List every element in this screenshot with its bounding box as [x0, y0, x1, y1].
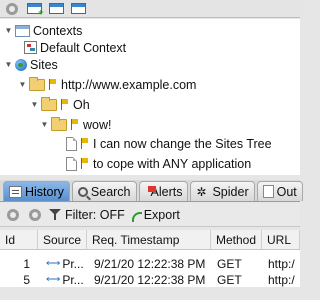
tree-node-default-context[interactable]: Default Context	[24, 39, 126, 56]
filter-icon	[49, 208, 61, 221]
cell-id: 5	[23, 272, 30, 287]
history-icon	[9, 185, 22, 198]
tab-output[interactable]: Out	[256, 181, 303, 201]
circle-icon	[29, 208, 41, 221]
search-icon	[77, 186, 88, 197]
spider-icon: ✲	[196, 184, 207, 199]
folder-icon	[29, 76, 45, 91]
cell-timestamp: 9/21/20 12:22:38 PM	[94, 272, 206, 287]
expand-arrow-icon[interactable]: ▼	[4, 26, 13, 35]
history-toolbar: Filter: OFF Export	[0, 203, 300, 227]
column-header-url[interactable]: URL	[262, 230, 300, 249]
cell-url: http:/	[268, 256, 295, 271]
tree-node-label: Contexts	[33, 23, 83, 38]
tree-node-label: wow!	[83, 117, 112, 132]
tree-node-label: I can now change the Sites Tree	[93, 136, 272, 151]
flag-icon	[80, 158, 89, 169]
export-button[interactable]: Export	[131, 208, 180, 222]
tree-node-contexts[interactable]: ▼ Contexts	[4, 22, 83, 39]
bottom-tab-bar: History Search Alerts ✲ Spider Out	[0, 180, 303, 202]
circle-icon	[7, 208, 19, 221]
column-header-source[interactable]: Source	[38, 230, 87, 249]
circle-button[interactable]	[4, 2, 20, 15]
circle-button-2[interactable]	[27, 208, 43, 221]
export-label: Export	[143, 207, 180, 222]
top-toolbar	[0, 0, 300, 18]
table-row[interactable]: 5 ⟷ Pr... 9/21/20 12:22:38 PM GET http:/	[0, 272, 300, 287]
tree-node-sites-tree-page[interactable]: I can now change the Sites Tree	[66, 135, 272, 152]
cell-source-text: Pr...	[62, 272, 84, 287]
tree-node-label: Default Context	[40, 40, 127, 55]
expand-arrow-icon[interactable]: ▼	[40, 120, 49, 129]
tree-node-sites[interactable]: ▼ Sites	[4, 56, 58, 73]
filter-label: Filter: OFF	[65, 207, 125, 222]
sites-tree: ▼ Contexts Default Context ▼ Sites ▼ htt…	[0, 19, 300, 175]
filter-button[interactable]: Filter: OFF	[49, 208, 125, 222]
cell-method: GET	[217, 256, 242, 271]
flag-icon	[60, 99, 69, 110]
column-header-id[interactable]: Id	[0, 230, 38, 249]
cell-source: ⟷ Pr...	[38, 256, 87, 271]
tab-history[interactable]: History	[3, 181, 70, 201]
tab-search[interactable]: Search	[71, 181, 137, 201]
window-split-icon	[70, 3, 86, 14]
tree-node-oh[interactable]: ▼ Oh	[30, 96, 90, 113]
tab-label: History	[25, 184, 64, 199]
circle-button[interactable]	[5, 208, 21, 221]
flag-icon	[48, 79, 57, 90]
file-icon	[66, 136, 77, 151]
flag-icon	[80, 138, 89, 149]
history-table: Id Source Req. Timestamp Method URL 1 ⟷ P…	[0, 230, 300, 287]
cell-timestamp: 9/21/20 12:22:38 PM	[94, 256, 206, 271]
tree-node-wow[interactable]: ▼ wow!	[40, 116, 111, 133]
cell-source: ⟷ Pr...	[38, 272, 87, 287]
tab-spider[interactable]: ✲ Spider	[190, 181, 255, 201]
column-header-timestamp[interactable]: Req. Timestamp	[87, 230, 211, 249]
circle-icon	[6, 2, 18, 15]
output-icon	[262, 185, 274, 198]
tab-alerts[interactable]: Alerts	[138, 181, 189, 201]
table-row[interactable]: 1 ⟷ Pr... 9/21/20 12:22:38 PM GET http:/	[0, 256, 300, 271]
tree-node-example-com[interactable]: ▼ http://www.example.com	[18, 76, 196, 93]
expand-arrow-icon[interactable]: ▼	[30, 100, 39, 109]
flag-icon	[70, 119, 79, 130]
window-icon	[48, 3, 64, 14]
proxy-arrow-icon: ⟷	[46, 258, 61, 269]
tree-node-label: to cope with ANY application	[93, 156, 252, 171]
context-icon	[24, 41, 37, 54]
new-window-icon	[26, 3, 44, 17]
expand-arrow-icon[interactable]: ▼	[4, 60, 13, 69]
tree-node-any-application-page[interactable]: to cope with ANY application	[66, 155, 251, 172]
globe-icon	[15, 58, 27, 71]
window-button[interactable]	[48, 2, 64, 15]
column-header-method[interactable]: Method	[211, 230, 262, 249]
proxy-arrow-icon: ⟷	[46, 274, 61, 285]
tree-node-label: Oh	[73, 97, 90, 112]
folder-icon	[41, 96, 57, 111]
cell-method: GET	[217, 272, 242, 287]
folder-icon	[51, 116, 67, 131]
file-icon	[66, 156, 77, 171]
cell-url: http:/	[268, 272, 295, 287]
window-split-button[interactable]	[70, 2, 86, 15]
export-icon	[131, 209, 142, 222]
cell-id: 1	[23, 256, 30, 271]
expand-arrow-icon[interactable]: ▼	[18, 80, 27, 89]
tab-label: Out	[276, 184, 297, 199]
contexts-icon	[15, 24, 30, 37]
cell-source-text: Pr...	[62, 256, 84, 271]
table-header: Id Source Req. Timestamp Method URL	[0, 230, 300, 250]
new-window-button[interactable]	[26, 2, 44, 17]
tab-label: Spider	[212, 184, 249, 199]
tab-label: Search	[90, 184, 131, 199]
tree-node-label: Sites	[30, 57, 58, 72]
tree-node-label: http://www.example.com	[61, 77, 197, 92]
